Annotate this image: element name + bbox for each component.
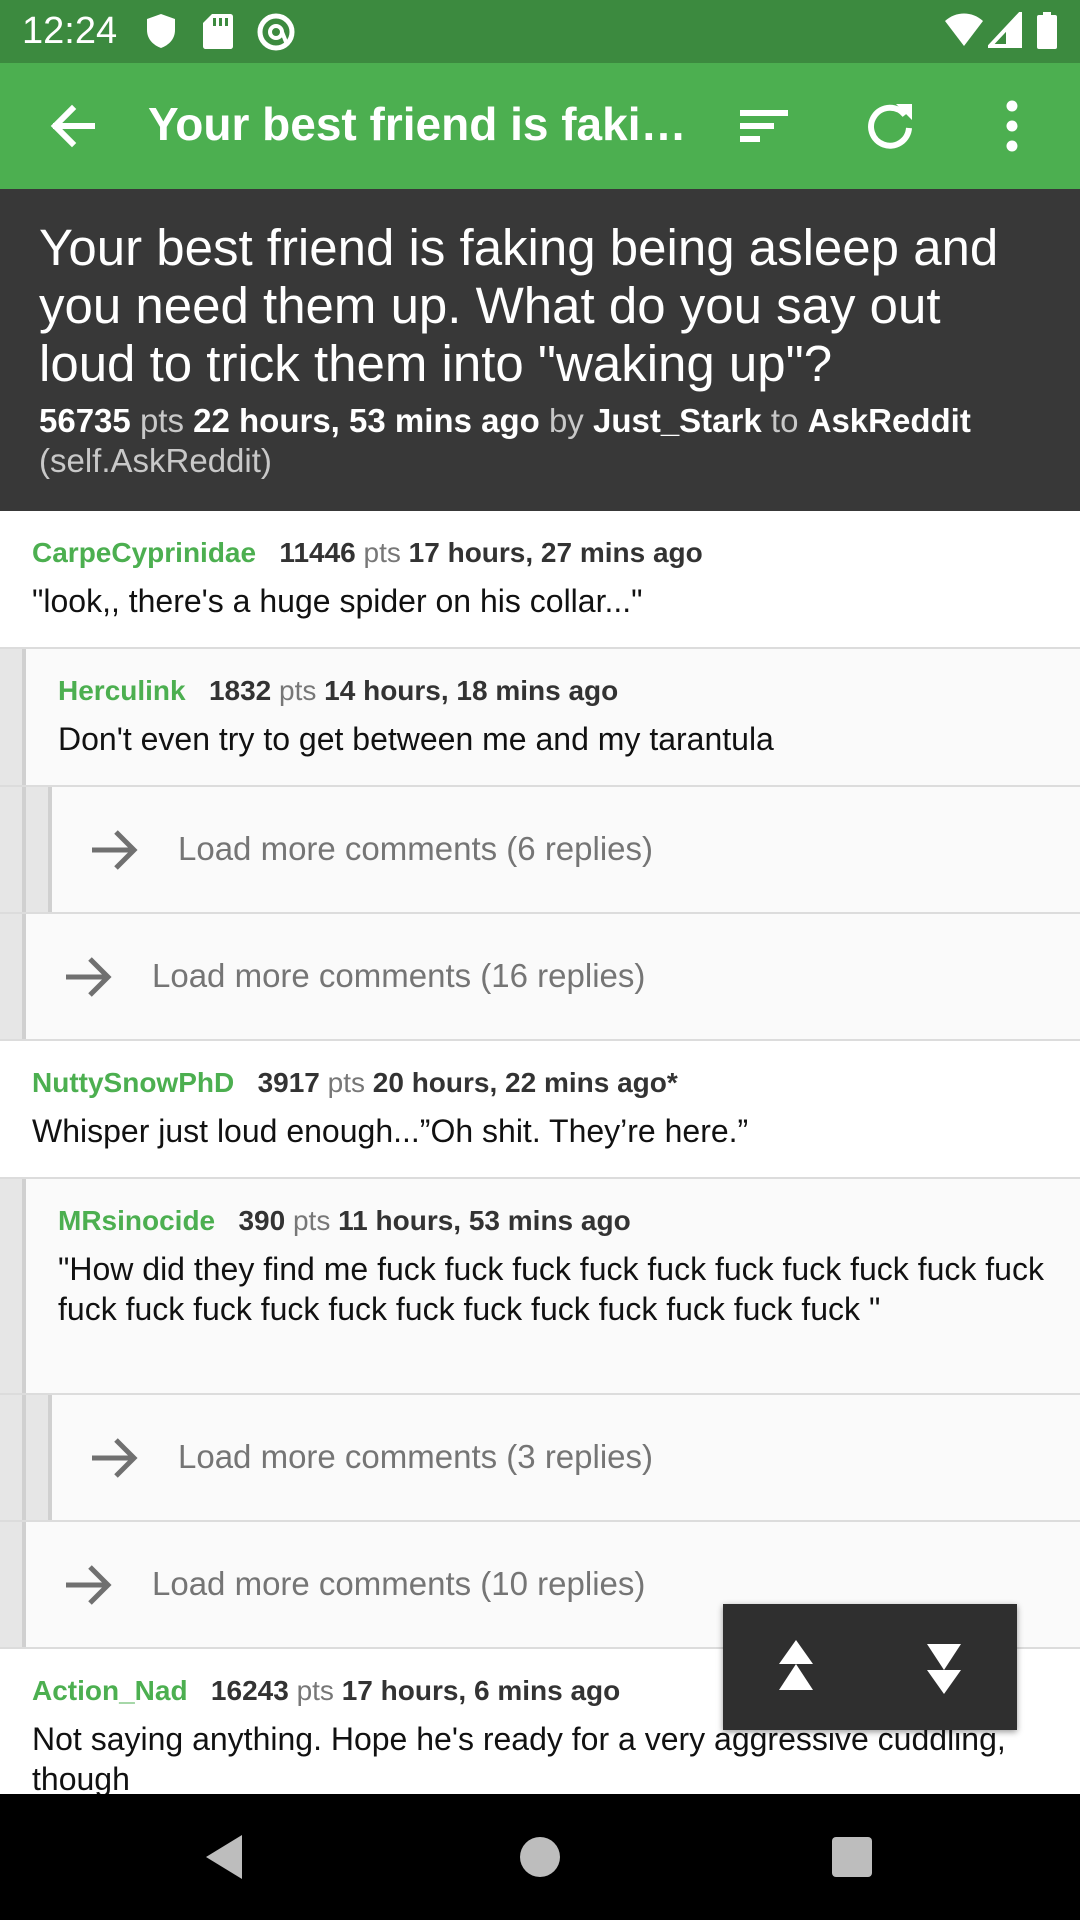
data-saver-icon bbox=[257, 13, 295, 51]
sd-card-icon bbox=[203, 14, 233, 49]
indent-bar bbox=[26, 787, 52, 912]
post-by-label: by bbox=[548, 402, 584, 439]
comment-author[interactable]: Action_Nad bbox=[32, 1675, 188, 1706]
post-time: 22 hours, 53 mins ago bbox=[193, 402, 540, 439]
sort-icon[interactable] bbox=[734, 96, 794, 156]
comment-author[interactable]: NuttySnowPhD bbox=[32, 1067, 234, 1098]
status-bar: 12:24 bbox=[0, 0, 1080, 63]
indent-bar bbox=[0, 1395, 26, 1520]
comment-time: 11 hours, 53 mins ago bbox=[338, 1205, 631, 1236]
comment-meta: Action_Nad 16243 pts 17 hours, 6 mins ag… bbox=[32, 1675, 620, 1707]
shield-icon bbox=[147, 14, 175, 48]
battery-icon bbox=[1037, 12, 1057, 49]
load-more-comments-button[interactable]: Load more comments (16 replies) bbox=[0, 914, 1080, 1041]
post-meta: 56735 pts 22 hours, 53 mins ago by Just_… bbox=[39, 401, 1049, 481]
post-points: 56735 bbox=[39, 402, 131, 439]
comment-pts-label: pts bbox=[296, 1675, 334, 1706]
comment-pts-label: pts bbox=[363, 537, 401, 568]
comment-item[interactable]: CarpeCyprinidae 11446 pts 17 hours, 27 m… bbox=[0, 511, 1080, 649]
post-title: Your best friend is faking being asleep … bbox=[39, 219, 999, 392]
scroll-down-icon[interactable] bbox=[911, 1634, 977, 1700]
post-self-label: (self.AskReddit) bbox=[39, 442, 272, 479]
arrow-forward-icon bbox=[66, 957, 112, 997]
comment-item[interactable]: NuttySnowPhD 3917 pts 20 hours, 22 mins … bbox=[0, 1041, 1080, 1179]
comment-time: 17 hours, 27 mins ago bbox=[408, 537, 703, 568]
comment-points: 11446 bbox=[279, 537, 356, 568]
back-arrow-icon[interactable] bbox=[44, 96, 104, 156]
indent-bar bbox=[0, 1522, 26, 1647]
status-time: 12:24 bbox=[22, 10, 118, 52]
comment-time: 20 hours, 22 mins ago* bbox=[372, 1067, 678, 1098]
load-more-label: Load more comments (3 replies) bbox=[178, 1438, 654, 1475]
nav-home-icon[interactable] bbox=[510, 1827, 570, 1887]
comment-body: Not saying anything. Hope he's ready for… bbox=[32, 1721, 1006, 1794]
nav-back-icon[interactable] bbox=[196, 1827, 256, 1887]
more-vert-icon[interactable] bbox=[982, 96, 1042, 156]
scroll-controls bbox=[723, 1604, 1017, 1730]
signal-icon bbox=[988, 12, 1022, 48]
arrow-forward-icon bbox=[92, 1438, 138, 1478]
comment-author[interactable]: CarpeCyprinidae bbox=[32, 537, 256, 568]
post-to-label: to bbox=[770, 402, 799, 439]
comment-body: Whisper just loud enough...”Oh shit. The… bbox=[32, 1113, 749, 1149]
comment-body: "look,, there's a huge spider on his col… bbox=[32, 583, 643, 619]
comment-points: 16243 bbox=[210, 1675, 289, 1706]
nav-recents-icon[interactable] bbox=[822, 1827, 882, 1887]
post-pts-label: pts bbox=[139, 402, 184, 439]
comment-body: Don't even try to get between me and my … bbox=[58, 721, 774, 757]
comment-meta: CarpeCyprinidae 11446 pts 17 hours, 27 m… bbox=[32, 537, 703, 569]
comment-pts-label: pts bbox=[279, 675, 317, 706]
post-author[interactable]: Just_Stark bbox=[593, 402, 762, 439]
comment-points: 1832 bbox=[208, 675, 272, 706]
arrow-forward-icon bbox=[66, 1565, 112, 1605]
system-nav-bar bbox=[0, 1794, 1080, 1920]
comment-pts-label: pts bbox=[292, 1205, 331, 1236]
indent-bar bbox=[0, 1179, 26, 1393]
comment-author[interactable]: MRsinocide bbox=[58, 1205, 215, 1236]
comment-meta: NuttySnowPhD 3917 pts 20 hours, 22 mins … bbox=[32, 1067, 678, 1099]
scroll-up-icon[interactable] bbox=[763, 1634, 829, 1700]
post-subreddit[interactable]: AskReddit bbox=[808, 402, 971, 439]
comment-points: 3917 bbox=[257, 1067, 320, 1098]
load-more-label: Load more comments (10 replies) bbox=[152, 1565, 646, 1602]
comment-author[interactable]: Herculink bbox=[58, 675, 186, 706]
comment-body: "How did they find me fuck fuck fuck fuc… bbox=[58, 1251, 1044, 1327]
indent-bar bbox=[26, 1395, 52, 1520]
comment-points: 390 bbox=[238, 1205, 286, 1236]
toolbar-title: Your best friend is faki… bbox=[148, 98, 687, 150]
comment-time: 17 hours, 6 mins ago bbox=[341, 1675, 621, 1706]
comment-meta: Herculink 1832 pts 14 hours, 18 mins ago bbox=[58, 675, 618, 707]
comment-pts-label: pts bbox=[327, 1067, 365, 1098]
comment-time: 14 hours, 18 mins ago bbox=[324, 675, 619, 706]
wifi-icon bbox=[945, 13, 983, 46]
indent-bar bbox=[0, 649, 26, 785]
app-toolbar: Your best friend is faki… bbox=[0, 63, 1080, 189]
post-header: Your best friend is faking being asleep … bbox=[0, 189, 1080, 511]
arrow-forward-icon bbox=[92, 830, 138, 870]
load-more-label: Load more comments (16 replies) bbox=[152, 957, 646, 994]
indent-bar bbox=[0, 787, 26, 912]
comment-item[interactable]: Herculink 1832 pts 14 hours, 18 mins ago… bbox=[0, 649, 1080, 787]
comment-item[interactable]: MRsinocide 390 pts 11 hours, 53 mins ago… bbox=[0, 1179, 1080, 1395]
indent-bar bbox=[0, 914, 26, 1039]
comment-meta: MRsinocide 390 pts 11 hours, 53 mins ago bbox=[58, 1205, 631, 1237]
load-more-label: Load more comments (6 replies) bbox=[178, 830, 654, 867]
load-more-comments-button[interactable]: Load more comments (3 replies) bbox=[0, 1395, 1080, 1522]
refresh-icon[interactable] bbox=[860, 96, 920, 156]
load-more-comments-button[interactable]: Load more comments (6 replies) bbox=[0, 787, 1080, 914]
